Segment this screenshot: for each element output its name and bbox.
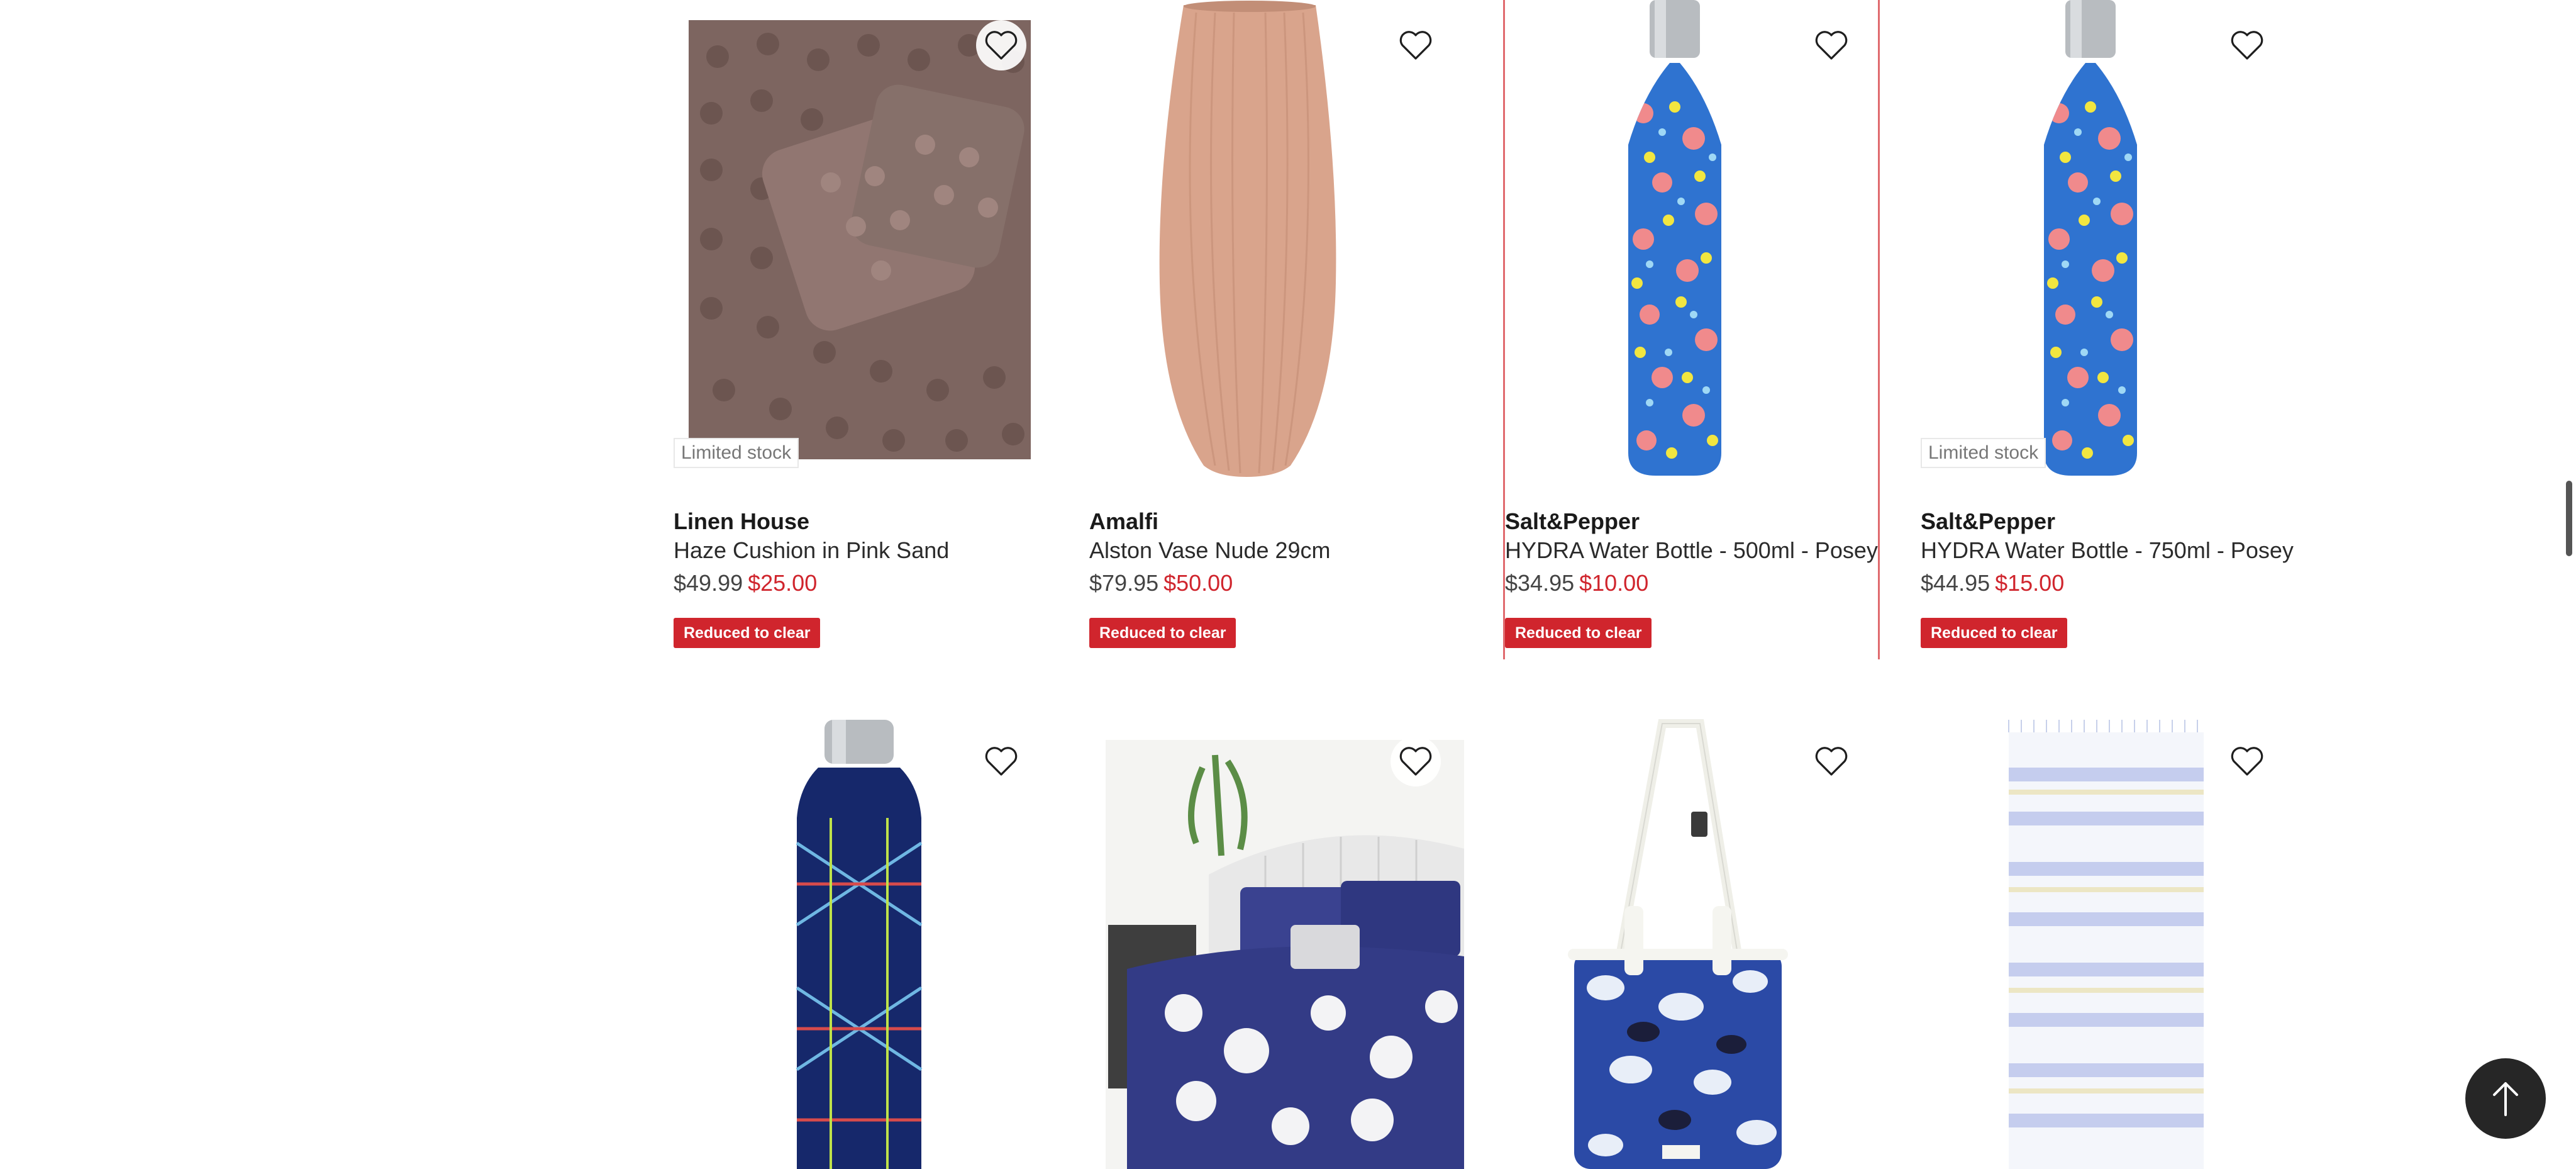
back-to-top-button[interactable]	[2465, 1058, 2546, 1139]
reduced-to-clear-badge: Reduced to clear	[674, 618, 821, 648]
product-card-6[interactable]	[1089, 717, 1464, 1169]
wishlist-heart-icon[interactable]	[976, 736, 1026, 786]
wishlist-heart-icon[interactable]	[976, 20, 1026, 70]
product-card-1[interactable]: Limited stock Linen House Haze Cushion i…	[674, 0, 1048, 661]
water-bottle-image	[1628, 0, 1721, 476]
product-brand[interactable]: Amalfi	[1089, 508, 1158, 535]
water-bottle-image	[2044, 0, 2137, 476]
product-name[interactable]: Haze Cushion in Pink Sand	[674, 537, 949, 564]
was-price: $49.99	[674, 570, 743, 596]
wishlist-heart-icon[interactable]	[1806, 20, 1857, 70]
product-card-8[interactable]	[1921, 717, 2296, 1169]
product-image[interactable]	[674, 0, 1048, 503]
product-brand[interactable]: Salt&Pepper	[1921, 508, 2055, 535]
product-card-7[interactable]	[1505, 717, 1880, 1169]
product-card-2[interactable]: Amalfi Alston Vase Nude 29cm $79.95 $50.0…	[1089, 0, 1464, 661]
reduced-to-clear-badge: Reduced to clear	[1921, 618, 2068, 648]
product-image[interactable]	[1921, 0, 2296, 503]
product-prices: $34.95 $10.00	[1505, 570, 1648, 596]
plaid-bottle-image	[796, 720, 923, 1169]
product-name[interactable]: Alston Vase Nude 29cm	[1089, 537, 1331, 564]
reduced-to-clear-badge: Reduced to clear	[1505, 618, 1652, 648]
limited-stock-label: Limited stock	[674, 438, 799, 468]
cushion-image	[689, 20, 1031, 459]
product-image[interactable]	[674, 717, 1048, 1169]
sale-price: $25.00	[748, 570, 818, 596]
wishlist-heart-icon[interactable]	[1391, 20, 1441, 70]
product-prices: $44.95 $15.00	[1921, 570, 2064, 596]
product-brand[interactable]: Linen House	[674, 508, 809, 535]
was-price: $44.95	[1921, 570, 1990, 596]
product-prices: $49.99 $25.00	[674, 570, 817, 596]
was-price: $34.95	[1505, 570, 1575, 596]
wishlist-heart-icon[interactable]	[1391, 736, 1441, 786]
wishlist-heart-icon[interactable]	[2222, 736, 2272, 786]
was-price: $79.95	[1089, 570, 1159, 596]
vase-image	[1159, 1, 1336, 477]
product-name[interactable]: HYDRA Water Bottle - 750ml - Posey	[1921, 537, 2294, 564]
product-card-5[interactable]	[674, 717, 1048, 1169]
sale-price: $15.00	[1995, 570, 2065, 596]
product-image[interactable]	[1089, 0, 1464, 503]
product-card-3[interactable]: Salt&Pepper HYDRA Water Bottle - 500ml -…	[1505, 0, 1880, 661]
wishlist-heart-icon[interactable]	[1806, 736, 1857, 786]
product-brand[interactable]: Salt&Pepper	[1505, 508, 1640, 535]
page-scrollbar[interactable]	[2566, 481, 2572, 556]
reduced-to-clear-badge: Reduced to clear	[1089, 618, 1236, 648]
wishlist-heart-icon[interactable]	[2222, 20, 2272, 70]
product-prices: $79.95 $50.00	[1089, 570, 1233, 596]
product-card-4[interactable]: Limited stock Salt&Pepper HYDRA Water Bo…	[1921, 0, 2296, 661]
product-image[interactable]	[1505, 0, 1880, 503]
sale-price: $50.00	[1163, 570, 1233, 596]
arrow-up-icon	[2493, 1082, 2518, 1116]
sale-price: $10.00	[1579, 570, 1649, 596]
product-name[interactable]: HYDRA Water Bottle - 500ml - Posey	[1505, 537, 1878, 564]
limited-stock-label: Limited stock	[1921, 438, 2046, 468]
